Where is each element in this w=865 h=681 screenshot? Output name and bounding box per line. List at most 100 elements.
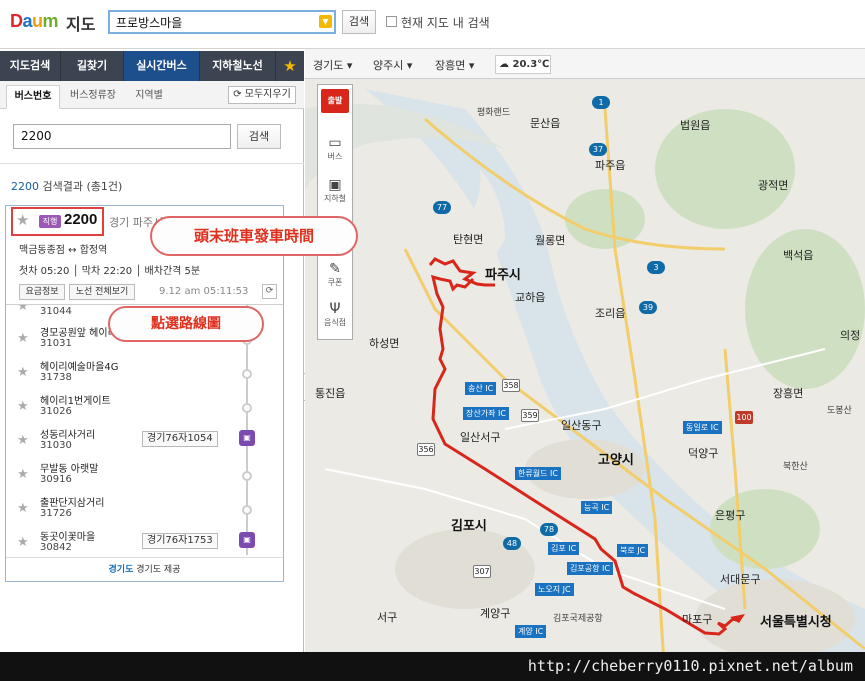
tab-subway[interactable]: 지하철노선 <box>200 51 276 81</box>
provider-text: 경기도 제공 <box>133 565 181 575</box>
sub-tabs: 버스번호 버스정류장 지역별 ⟳ 모두지우기 <box>0 81 304 109</box>
app-title: 지도 <box>66 15 96 34</box>
stop-name: 동곳이꽃마을 <box>40 532 96 543</box>
food-tool[interactable]: Ψ 음식점 <box>318 301 352 328</box>
result-query: 2200 <box>11 180 39 193</box>
tab-bus-number[interactable]: 버스번호 <box>6 85 60 109</box>
map-view[interactable]: 경기도 ▾ 양주시 ▾ 장흥면 ▾ ☁ 20.3℃ 출발 ▭ 버스 ▣ 지하철 ✎ 쿠… <box>305 49 865 681</box>
full-route-button[interactable]: 노선 전체보기 <box>69 284 135 300</box>
map-label: 법원읍 <box>680 119 711 132</box>
divider <box>0 163 304 164</box>
star-icon[interactable]: ★ <box>276 51 304 81</box>
star-icon[interactable]: ★ <box>17 331 29 346</box>
star-icon[interactable]: ★ <box>17 399 29 414</box>
stop-name: 출판단지삼거리 <box>40 498 105 509</box>
weather-badge: ☁ 20.3℃ <box>495 55 551 74</box>
top-bar: Daum 지도 ▼ 검색 현재 지도 내 검색 <box>0 0 865 49</box>
tab-map-search[interactable]: 지도검색 <box>0 51 61 81</box>
star-icon[interactable]: ★ <box>17 365 29 380</box>
tab-bus-stop[interactable]: 버스정류장 <box>62 85 124 109</box>
watermark: http://cheberry0110.pixnet.net/album <box>0 652 865 681</box>
subway-tool[interactable]: ▣ 지하철 <box>318 177 352 204</box>
stop-id: 31044 <box>40 306 72 317</box>
star-icon[interactable]: ★ <box>17 467 29 482</box>
nav-tabs: 지도검색 길찾기 실시간버스 지하철노선 ★ <box>0 51 304 81</box>
fare-info-button[interactable]: 요금정보 <box>19 284 65 300</box>
cloud-icon: ☁ <box>499 59 509 70</box>
route-shield: 78 <box>540 523 558 536</box>
refresh-icon[interactable]: ⟳ <box>262 284 277 299</box>
route-shield: 100 <box>735 411 753 424</box>
stop-id: 31026 <box>40 406 72 417</box>
bus-tool[interactable]: ▭ 버스 <box>318 135 352 162</box>
route-shield: 359 <box>521 409 539 422</box>
map-label: 탄현면 <box>453 233 484 246</box>
update-time: 9.12 am 05:11:53 <box>159 286 249 297</box>
route-shield: 3 <box>647 261 665 274</box>
map-label: 의정 <box>840 329 861 342</box>
clear-all-button[interactable]: ⟳ 모두지우기 <box>228 86 296 104</box>
star-icon[interactable]: ★ <box>17 535 29 550</box>
map-label: 계양구 <box>480 607 511 620</box>
star-icon[interactable]: ★ <box>17 305 29 314</box>
stop-node <box>242 505 252 515</box>
area-search-checkbox[interactable] <box>386 16 397 27</box>
result-count: 2200 검색결과 (총1건) <box>11 178 122 194</box>
tab-directions[interactable]: 길찾기 <box>61 51 124 81</box>
crumb-city[interactable]: 양주시 ▾ <box>373 57 412 73</box>
data-provider: 경기도 경기도 제공 <box>6 557 283 581</box>
stop-name: 무발동 아랫말 <box>40 464 99 475</box>
bus-number-input[interactable]: 2200 <box>13 124 231 149</box>
ic-badge: 한류월드 IC <box>515 467 561 480</box>
star-icon[interactable]: ★ <box>17 433 29 448</box>
map-label: 북한산 <box>783 462 808 472</box>
ic-badge: 동일로 IC <box>683 421 722 434</box>
food-icon: Ψ <box>329 301 341 317</box>
chevron-down-icon[interactable]: ▼ <box>319 15 332 28</box>
route-shield: 307 <box>473 565 491 578</box>
route-card: ★ 직행 2200 경기 파주시 맥금동종점 ↔ 합정역 첫차 05:20 │ … <box>5 205 284 582</box>
area-search-label: 현재 지도 내 검색 <box>401 16 490 30</box>
list-item[interactable]: ★ 동곳이꽃마을 30842 경기76자1753 ▣ <box>6 525 283 555</box>
tab-realtime-bus[interactable]: 실시간버스 <box>124 51 200 81</box>
stop-id: 31738 <box>40 372 72 383</box>
tab-region[interactable]: 지역별 <box>126 85 172 109</box>
route-shield: 356 <box>417 443 435 456</box>
stop-list: ★ 31044 ★ 경모공원앞 헤이리마을11 31031 ★ 헤이리예술마을4G 317… <box>6 305 283 555</box>
map-label: 교하읍 <box>515 291 546 304</box>
map-label: 김포시 <box>451 519 487 534</box>
route-shield: 1 <box>592 96 610 109</box>
search-button[interactable]: 검색 <box>342 10 376 34</box>
bus-search-button[interactable]: 검색 <box>237 124 281 149</box>
map-label: 일산동구 <box>561 419 602 432</box>
route-highlight-box <box>11 207 104 236</box>
stop-node <box>242 471 252 481</box>
daum-logo[interactable]: Daum <box>10 11 59 32</box>
stop-id: 30842 <box>40 542 72 553</box>
depart-button[interactable]: 출발 <box>321 89 349 113</box>
map-label: 파주읍 <box>595 159 626 172</box>
route-shield: 48 <box>503 537 521 550</box>
list-item[interactable]: ★ 성동리사거리 31030 경기76자1054 ▣ <box>6 423 283 457</box>
stop-name: 헤이리1번게이트 <box>40 396 111 407</box>
bus-icon[interactable]: ▣ <box>239 532 255 548</box>
provider-logo: 경기도 <box>108 565 134 575</box>
route-shield: 37 <box>589 143 607 156</box>
bus-icon: ▭ <box>328 135 342 151</box>
food-tool-label: 음식점 <box>323 318 347 327</box>
map-breadcrumb: 경기도 ▾ 양주시 ▾ 장흥면 ▾ ☁ 20.3℃ <box>305 49 865 79</box>
ic-badge: 김포공항 IC <box>567 562 613 575</box>
map-label: 고양시 <box>598 453 634 468</box>
ic-badge: 능곡 IC <box>581 501 613 514</box>
crumb-province[interactable]: 경기도 ▾ <box>313 57 352 73</box>
map-label: 백석읍 <box>783 249 814 262</box>
star-icon[interactable]: ★ <box>17 501 29 516</box>
ic-badge: 계양 IC <box>515 625 547 638</box>
search-input[interactable] <box>110 12 310 32</box>
search-box: ▼ <box>108 10 336 34</box>
map-label: 월롱면 <box>535 234 566 247</box>
bus-icon[interactable]: ▣ <box>239 430 255 446</box>
bus-plate: 경기76자1054 <box>142 431 218 447</box>
coupon-tool[interactable]: ✎ 쿠폰 <box>318 261 352 288</box>
crumb-town[interactable]: 장흥면 ▾ <box>435 57 474 73</box>
